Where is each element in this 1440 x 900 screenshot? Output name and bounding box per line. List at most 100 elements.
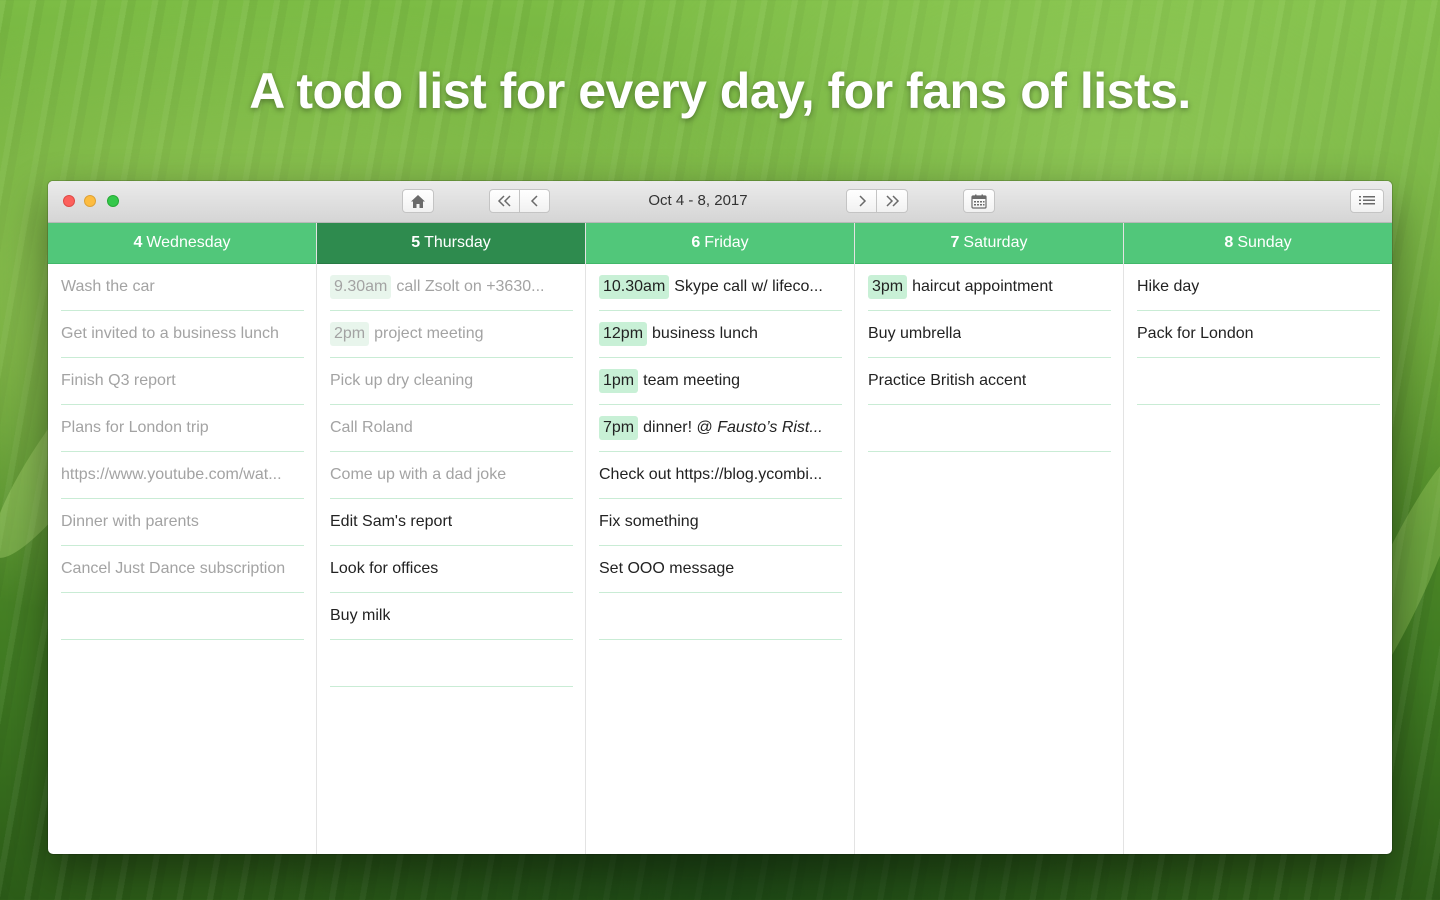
calendar-icon bbox=[971, 194, 987, 209]
calendar-button[interactable] bbox=[963, 189, 995, 213]
task-text: Call Roland bbox=[330, 419, 413, 437]
day-name: Thursday bbox=[424, 234, 491, 251]
previous-day-button[interactable] bbox=[519, 189, 550, 213]
task-item[interactable]: Call Roland bbox=[330, 405, 573, 452]
task-text: Wash the car bbox=[61, 278, 155, 296]
task-text: Come up with a dad joke bbox=[330, 466, 506, 484]
task-item[interactable]: 12pm business lunch bbox=[599, 311, 842, 358]
day-name: Saturday bbox=[963, 234, 1028, 251]
task-text: team meeting bbox=[643, 372, 740, 390]
task-text: Cancel Just Dance subscription bbox=[61, 560, 285, 578]
day-column-saturday: 7 Saturday 3pm haircut appointment Buy umbre… bbox=[855, 223, 1124, 854]
task-item[interactable]: Set OOO message bbox=[599, 546, 842, 593]
task-item[interactable]: Fix something bbox=[599, 499, 842, 546]
task-text-main: business lunch bbox=[652, 325, 758, 342]
task-text-main: Cancel Just Dance subscription bbox=[61, 560, 286, 577]
day-number: 6 bbox=[691, 234, 701, 251]
task-item[interactable]: Plans for London trip bbox=[61, 405, 304, 452]
new-task-input[interactable] bbox=[61, 593, 304, 640]
app-window: Oct 4 - 8, 2017 4 Wednesday Wash the car… bbox=[48, 181, 1392, 854]
close-window-button[interactable] bbox=[63, 195, 75, 207]
day-number: 4 bbox=[133, 234, 143, 251]
home-icon bbox=[411, 194, 425, 208]
new-task-input[interactable] bbox=[599, 593, 842, 640]
task-list: 3pm haircut appointment Buy umbrella Practi… bbox=[855, 264, 1123, 452]
day-column-thursday: 5 Thursday 9.30am call Zsolt on +3630... 2pm… bbox=[317, 223, 586, 854]
day-number: 5 bbox=[411, 234, 421, 251]
task-time-badge: 2pm bbox=[330, 322, 370, 346]
task-text: Pick up dry cleaning bbox=[330, 372, 473, 390]
day-number: 8 bbox=[1224, 234, 1234, 251]
task-text-main: Buy umbrella bbox=[868, 325, 962, 342]
task-text: project meeting bbox=[374, 325, 483, 343]
task-text: Hike day bbox=[1137, 278, 1199, 296]
new-task-input[interactable] bbox=[1137, 358, 1380, 405]
task-item[interactable]: Get invited to a business lunch bbox=[61, 311, 304, 358]
task-text-main: Hike day bbox=[1137, 278, 1200, 295]
task-list: Hike day Pack for London bbox=[1124, 264, 1392, 405]
day-name: Friday bbox=[704, 234, 749, 251]
task-text-main: Check out https://blog.ycombi... bbox=[599, 466, 823, 483]
task-text-main: Dinner with parents bbox=[61, 513, 199, 530]
task-item[interactable]: Buy milk bbox=[330, 593, 573, 640]
task-list: 10.30am Skype call w/ lifeco... 12pm busine… bbox=[586, 264, 854, 640]
task-item[interactable]: Pick up dry cleaning bbox=[330, 358, 573, 405]
task-text-main: Fix something bbox=[599, 513, 699, 530]
task-text: Buy umbrella bbox=[868, 325, 961, 343]
task-item[interactable]: 9.30am call Zsolt on +3630... bbox=[330, 264, 573, 311]
task-time-badge: 1pm bbox=[599, 369, 639, 393]
day-name: Sunday bbox=[1237, 234, 1292, 251]
new-task-input[interactable] bbox=[330, 640, 573, 687]
task-text: business lunch bbox=[652, 325, 758, 343]
week-columns: 4 Wednesday Wash the car Get invited to a b… bbox=[48, 223, 1392, 854]
task-item[interactable]: Come up with a dad joke bbox=[330, 452, 573, 499]
task-item[interactable]: 2pm project meeting bbox=[330, 311, 573, 358]
task-text-main: Edit Sam's report bbox=[330, 513, 453, 530]
task-text-main: Buy milk bbox=[330, 607, 391, 624]
task-item[interactable]: https://www.youtube.com/wat... bbox=[61, 452, 304, 499]
list-view-button[interactable] bbox=[1350, 189, 1384, 213]
task-item[interactable]: Cancel Just Dance subscription bbox=[61, 546, 304, 593]
task-item[interactable]: Check out https://blog.ycombi... bbox=[599, 452, 842, 499]
task-text-main: Look for offices bbox=[330, 560, 439, 577]
task-text: Get invited to a business lunch bbox=[61, 325, 279, 343]
task-item[interactable]: Finish Q3 report bbox=[61, 358, 304, 405]
task-item[interactable]: Dinner with parents bbox=[61, 499, 304, 546]
previous-week-button[interactable] bbox=[489, 189, 520, 213]
day-header[interactable]: 8 Sunday bbox=[1124, 223, 1392, 264]
list-icon bbox=[1359, 196, 1375, 205]
zoom-window-button[interactable] bbox=[107, 195, 119, 207]
task-item[interactable]: 1pm team meeting bbox=[599, 358, 842, 405]
task-text-main: Plans for London trip bbox=[61, 419, 209, 436]
task-text: Fix something bbox=[599, 513, 699, 531]
task-item[interactable]: Buy umbrella bbox=[868, 311, 1111, 358]
task-item[interactable]: Wash the car bbox=[61, 264, 304, 311]
task-item[interactable]: Pack for London bbox=[1137, 311, 1380, 358]
task-item[interactable]: Edit Sam's report bbox=[330, 499, 573, 546]
task-text: haircut appointment bbox=[912, 278, 1053, 296]
task-item[interactable]: 10.30am Skype call w/ lifeco... bbox=[599, 264, 842, 311]
task-item[interactable]: Look for offices bbox=[330, 546, 573, 593]
next-week-button[interactable] bbox=[876, 189, 908, 213]
home-button[interactable] bbox=[402, 189, 434, 213]
minimize-window-button[interactable] bbox=[84, 195, 96, 207]
task-item[interactable]: 7pm dinner! @ Fausto’s Rist... bbox=[599, 405, 842, 452]
task-item[interactable]: Practice British accent bbox=[868, 358, 1111, 405]
day-header[interactable]: 6 Friday bbox=[586, 223, 854, 264]
day-header[interactable]: 5 Thursday bbox=[317, 223, 585, 264]
next-day-button[interactable] bbox=[846, 189, 877, 213]
chevron-right-icon bbox=[858, 195, 866, 207]
task-item[interactable]: Hike day bbox=[1137, 264, 1380, 311]
task-text-main: team meeting bbox=[643, 372, 741, 389]
task-text-main: Pick up dry cleaning bbox=[330, 372, 474, 389]
task-item[interactable]: 3pm haircut appointment bbox=[868, 264, 1111, 311]
task-time-badge: 12pm bbox=[599, 322, 648, 346]
new-task-input[interactable] bbox=[868, 405, 1111, 452]
day-header[interactable]: 4 Wednesday bbox=[48, 223, 316, 264]
day-header[interactable]: 7 Saturday bbox=[855, 223, 1123, 264]
task-text-main: Come up with a dad joke bbox=[330, 466, 507, 483]
task-text-main: dinner! @ bbox=[643, 419, 718, 436]
task-text: dinner! @ Fausto’s Rist... bbox=[643, 419, 823, 437]
task-text: Set OOO message bbox=[599, 560, 734, 578]
task-time-badge: 9.30am bbox=[330, 275, 392, 299]
